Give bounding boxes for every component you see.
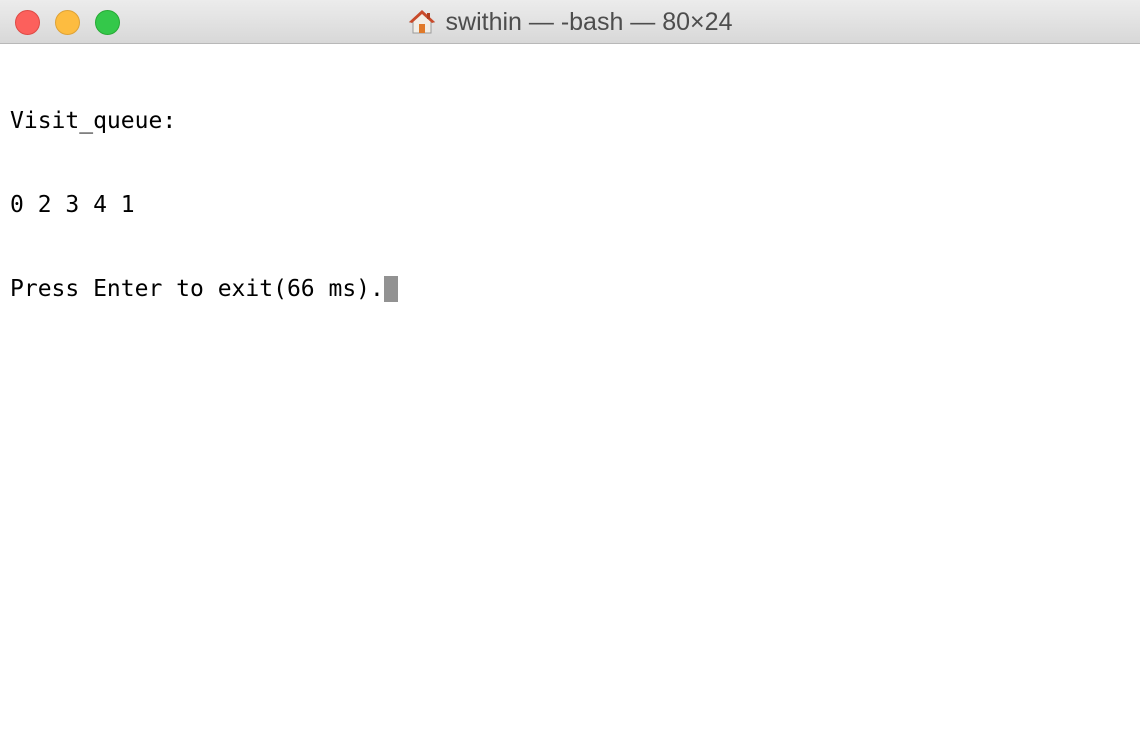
window-title: swithin — -bash — 80×24 [445, 7, 733, 36]
home-icon [408, 8, 436, 36]
terminal-line: 0 2 3 4 1 [10, 192, 135, 218]
terminal-window: swithin — -bash — 80×24 Visit_queue: 0 2… [0, 0, 1140, 732]
terminal-line: Visit_queue: [10, 108, 177, 134]
terminal-line-with-cursor: Press Enter to exit(66 ms). [10, 275, 1130, 303]
text-cursor [383, 276, 398, 302]
terminal-output[interactable]: Visit_queue: 0 2 3 4 1 Press Enter to ex… [0, 45, 1140, 732]
window-title-container: swithin — -bash — 80×24 [0, 0, 1140, 44]
title-bar[interactable]: swithin — -bash — 80×24 [0, 0, 1140, 44]
terminal-line: Press Enter to exit(66 ms). [10, 276, 384, 302]
